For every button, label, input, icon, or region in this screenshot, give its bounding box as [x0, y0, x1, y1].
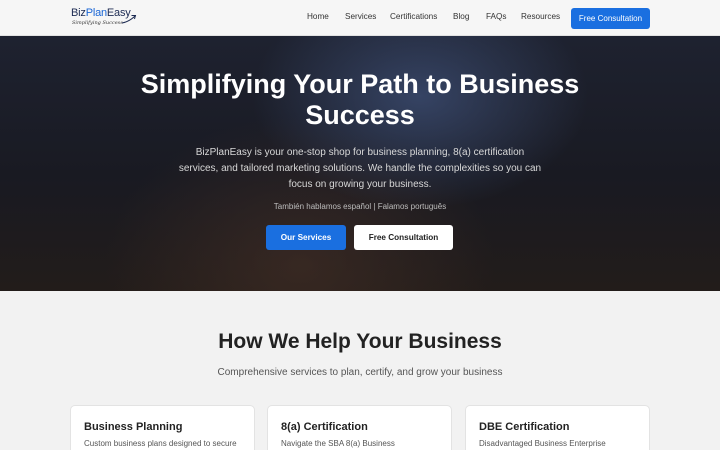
- hero-languages-note: También hablamos español | Falamos portu…: [273, 202, 447, 211]
- logo-plan-text: Plan: [85, 7, 107, 19]
- nav-link-services[interactable]: Services: [345, 12, 376, 21]
- card-title: Business Planning: [84, 421, 183, 433]
- hero-free-consultation-button[interactable]: Free Consultation: [354, 225, 453, 250]
- services-section-title: How We Help Your Business: [218, 330, 502, 353]
- nav-link-blog[interactable]: Blog: [453, 12, 469, 21]
- hero-title: Simplifying Your Path to Business Succes…: [140, 69, 580, 130]
- nav-link-resources[interactable]: Resources: [521, 12, 560, 21]
- hero-section: Simplifying Your Path to Business Succes…: [0, 36, 720, 291]
- service-card-8a-certification[interactable]: 8(a) Certification Navigate the SBA 8(a)…: [267, 405, 452, 450]
- card-title: DBE Certification: [479, 421, 570, 433]
- top-navigation-bar: BizPlanEasy Simplifying Success Home Ser…: [0, 0, 720, 36]
- bizplaneasy-logo[interactable]: BizPlanEasy Simplifying Success: [71, 7, 141, 31]
- nav-link-certifications[interactable]: Certifications: [390, 12, 437, 21]
- service-card-business-planning[interactable]: Business Planning Custom business plans …: [70, 405, 255, 450]
- services-section-subtitle: Comprehensive services to plan, certify,…: [217, 367, 503, 378]
- service-card-dbe-certification[interactable]: DBE Certification Disadvantaged Business…: [465, 405, 650, 450]
- logo-biz-text: Biz: [71, 7, 86, 19]
- nav-link-home[interactable]: Home: [307, 12, 329, 21]
- card-description: Disadvantaged Business Enterprise: [479, 439, 606, 448]
- card-description: Navigate the SBA 8(a) Business: [281, 439, 395, 448]
- hero-subtitle: BizPlanEasy is your one-stop shop for bu…: [178, 147, 542, 190]
- card-title: 8(a) Certification: [281, 421, 368, 433]
- card-description: Custom business plans designed to secure: [84, 439, 237, 448]
- logo-tagline: Simplifying Success: [72, 20, 123, 26]
- nav-free-consultation-button[interactable]: Free Consultation: [571, 8, 650, 29]
- nav-link-faqs[interactable]: FAQs: [486, 12, 506, 21]
- our-services-button[interactable]: Our Services: [266, 225, 346, 250]
- logo-arrow-icon: [121, 15, 137, 24]
